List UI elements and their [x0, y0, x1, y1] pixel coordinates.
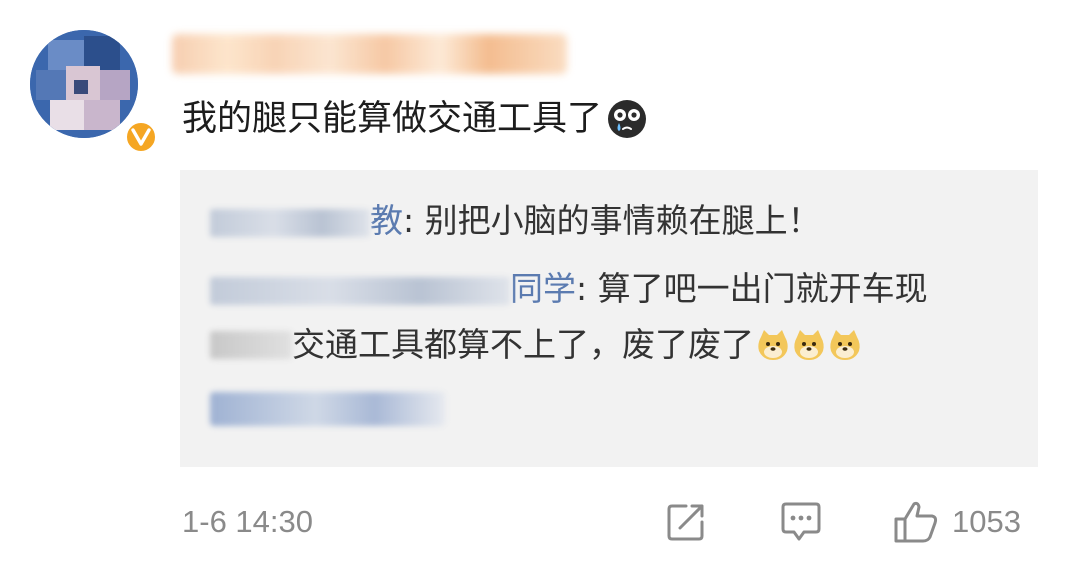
comment-card: 我的腿只能算做交通工具了 教 : 别把小脑的事情赖在腿上！ 同学 : 算了吧一出…: [0, 0, 1073, 568]
crying-face-emoji-icon: [608, 100, 647, 138]
reply-continuation: 交通工具都算不上了，废了废了: [210, 322, 862, 368]
reply-author-redacted: [210, 208, 370, 237]
reply-author[interactable]: 同学: [210, 266, 576, 312]
reply-text: : 别把小脑的事情赖在腿上！: [403, 201, 821, 240]
verified-v-icon: [131, 128, 151, 146]
avatar[interactable]: [30, 30, 138, 138]
reply-item[interactable]: 同学 : 算了吧一出门就开车现: [210, 266, 928, 312]
thumbs-up-icon: [894, 501, 938, 543]
like-count: 1053: [952, 504, 1021, 539]
reply-item[interactable]: 教 : 别把小脑的事情赖在腿上！: [210, 198, 821, 244]
comment-icon: [781, 502, 821, 541]
username-redacted[interactable]: [172, 34, 567, 74]
doge-emoji-icon: [830, 330, 860, 360]
more-replies-link-redacted[interactable]: [210, 392, 445, 426]
comment-button[interactable]: [778, 498, 824, 546]
reply-text-line1: : 算了吧一出门就开车现: [576, 269, 928, 308]
replies-panel[interactable]: 教 : 别把小脑的事情赖在腿上！ 同学 : 算了吧一出门就开车现 交通工具都算不…: [180, 170, 1038, 467]
like-button[interactable]: 1053: [892, 498, 1021, 546]
reply-text-line2: 交通工具都算不上了，废了废了: [292, 325, 754, 364]
reply-author[interactable]: 教: [210, 198, 403, 244]
doge-emoji-icon: [794, 330, 824, 360]
comment-text: 我的腿只能算做交通工具了: [182, 99, 603, 139]
share-button[interactable]: [664, 498, 708, 546]
reply-author-redacted: [210, 276, 510, 305]
doge-emoji-icon: [758, 330, 788, 360]
verified-badge: [124, 120, 158, 154]
avatar-container[interactable]: [30, 30, 158, 154]
timestamp: 1-6 14:30: [182, 504, 313, 539]
reply-text-redacted: [210, 331, 292, 359]
comment-body: 我的腿只能算做交通工具了: [182, 94, 648, 144]
share-icon: [667, 504, 704, 541]
